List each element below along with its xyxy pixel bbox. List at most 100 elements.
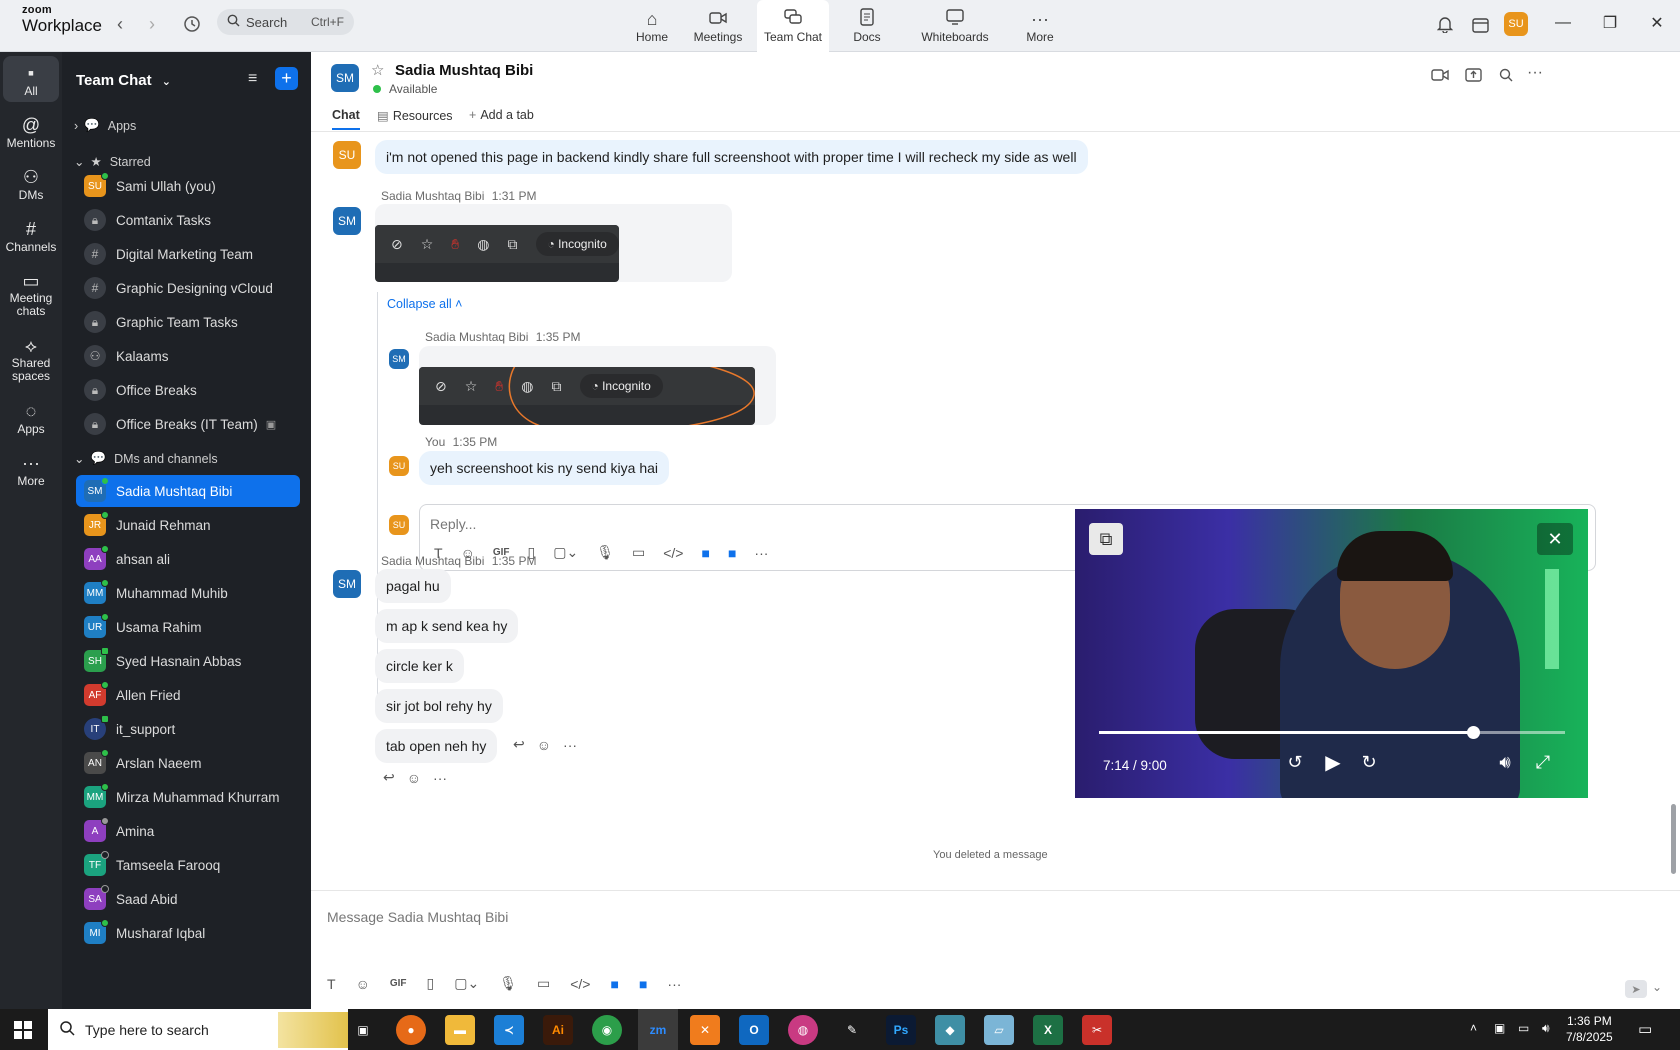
tab-team-chat[interactable]: Team Chat xyxy=(757,0,829,52)
file-icon[interactable]: ▯ xyxy=(427,975,435,992)
maximize-icon[interactable]: ❐ xyxy=(1595,10,1625,36)
sidebar-item-graphic-designing[interactable]: # Graphic Designing vCloud xyxy=(76,272,300,304)
creative-cloud-icon[interactable]: ◍ xyxy=(788,1015,818,1045)
rail-channels[interactable]: # Channels xyxy=(3,218,59,254)
sidebar-title[interactable]: Team Chat ⌄ xyxy=(76,72,171,89)
message-scrollbar[interactable] xyxy=(1671,804,1676,874)
chat-avatar[interactable]: SM xyxy=(331,64,359,92)
message-bubble[interactable]: yeh screenshoot kis ny send kiya hai xyxy=(419,451,670,485)
message-bubble[interactable]: i'm not opened this page in backend kind… xyxy=(375,140,1088,174)
forward-arrow-icon[interactable]: › xyxy=(140,12,164,36)
add-tab-button[interactable]: + Add a tab xyxy=(469,108,534,122)
message-bubble[interactable]: tab open neh hy xyxy=(375,729,498,763)
back-arrow-icon[interactable]: ‹ xyxy=(108,12,132,36)
message-bubble[interactable]: circle ker k xyxy=(375,649,464,683)
sidebar-item-musharaf[interactable]: MI Musharaf Iqbal xyxy=(76,917,300,949)
sidebar-item-graphic-team-tasks[interactable]: 🔒︎ Graphic Team Tasks xyxy=(76,306,300,338)
volume-icon[interactable]: 🔊︎ xyxy=(1493,750,1517,774)
microphone-icon[interactable]: 🎙︎ xyxy=(596,544,614,561)
share-screen-icon[interactable] xyxy=(1465,68,1482,85)
more-options-icon[interactable]: ··· xyxy=(1527,64,1543,82)
video-progress-bar[interactable] xyxy=(1099,726,1565,739)
close-window-icon[interactable]: ✕ xyxy=(1642,10,1672,36)
fullscreen-icon[interactable]: ⤢ xyxy=(1531,750,1555,774)
microphone-icon[interactable]: 🎙︎ xyxy=(499,975,517,992)
starred-section-header[interactable]: ⌄ ★ Starred xyxy=(74,154,151,170)
more-dots-icon[interactable]: ··· xyxy=(667,976,681,992)
task-view-icon[interactable]: ▣ xyxy=(348,1015,378,1045)
sidebar-item-arslan[interactable]: AN Arslan Naeem xyxy=(76,747,300,779)
pen-tool-icon[interactable]: ✎ xyxy=(837,1015,867,1045)
message-bubble[interactable]: m ap k send kea hy xyxy=(375,609,519,643)
sidebar-item-saad[interactable]: SA Saad Abid xyxy=(76,883,300,915)
screenshot-icon[interactable]: ▢⌄ xyxy=(553,544,578,561)
send-options-chevron-icon[interactable]: ⌄ xyxy=(1652,980,1662,994)
tab-chat[interactable]: Chat xyxy=(332,108,360,130)
windows-start-icon[interactable] xyxy=(14,1021,32,1042)
rail-apps[interactable]: ◌ Apps xyxy=(3,400,59,436)
tray-battery-icon[interactable]: ▭ xyxy=(1518,1021,1529,1035)
snipping-tool-icon[interactable]: ✂ xyxy=(1082,1015,1112,1045)
sidebar-item-amina[interactable]: A Amina xyxy=(76,815,300,847)
tab-whiteboards[interactable]: Whiteboards xyxy=(915,0,995,52)
screenshot-icon[interactable]: ▢⌄ xyxy=(454,975,479,992)
sidebar-item-ahsan[interactable]: AA ahsan ali xyxy=(76,543,300,575)
dms-section-header[interactable]: ⌄ 💬 DMs and channels xyxy=(74,451,218,466)
search-input[interactable]: Search Ctrl+F xyxy=(217,9,354,35)
video-message-icon[interactable]: ▭ xyxy=(537,975,550,992)
minimize-icon[interactable]: — xyxy=(1548,10,1578,36)
taskbar-search[interactable]: Type here to search xyxy=(48,1009,348,1050)
tray-clock[interactable]: 1:36 PM 7/8/2025 xyxy=(1566,1013,1613,1045)
sidebar-item-office-breaks-it[interactable]: 🔒︎ Office Breaks (IT Team) ▣ xyxy=(76,408,300,440)
screenshot-thumbnail[interactable]: ⊘ ☆ ✋︎ ◍ ⧉ ◔ Incognito xyxy=(375,225,619,282)
send-icon[interactable]: ➤ xyxy=(1625,980,1647,998)
search-icon[interactable] xyxy=(1499,68,1513,85)
tray-chevron-up-icon[interactable]: ˄ xyxy=(1470,1021,1477,1035)
sidebar-item-sadia[interactable]: SM Sadia Mushtaq Bibi xyxy=(76,475,300,507)
more-dots-icon[interactable]: ··· xyxy=(433,770,447,786)
user-avatar[interactable]: SU xyxy=(1504,12,1528,36)
tray-volume-icon[interactable]: 🔊︎ xyxy=(1542,1021,1550,1036)
photoshop-icon[interactable]: Ps xyxy=(886,1015,916,1045)
excel-icon[interactable]: X xyxy=(1033,1015,1063,1045)
app-diamond-icon[interactable]: ◆ xyxy=(935,1015,965,1045)
reply-icon[interactable]: ↩ xyxy=(513,736,525,753)
gif-icon[interactable]: GIF xyxy=(390,978,407,989)
reply-icon[interactable]: ↩ xyxy=(383,769,395,786)
filter-icon[interactable]: ≡ xyxy=(248,70,257,88)
history-icon[interactable] xyxy=(180,12,204,36)
more-dots-icon[interactable]: ··· xyxy=(563,737,577,753)
floating-video-player[interactable]: ⧉ ✕ 7:14 / 9:00 ↺ ▶ ↻ 🔊︎ ⤢ xyxy=(1075,509,1588,798)
tab-docs[interactable]: Docs xyxy=(838,0,896,52)
app-icon[interactable]: ■ xyxy=(610,976,618,992)
rail-mentions[interactable]: @ Mentions xyxy=(3,114,59,150)
annotated-screenshot-thumbnail[interactable]: ⊘ ☆ ✋︎ ◍ ⧉ ◔ Incognito xyxy=(419,367,755,425)
app-notes-icon[interactable]: ▱ xyxy=(984,1015,1014,1045)
tab-resources[interactable]: ▤ Resources xyxy=(377,108,453,123)
sidebar-item-junaid[interactable]: JR Junaid Rehman xyxy=(76,509,300,541)
sidebar-item-digital-marketing[interactable]: # Digital Marketing Team xyxy=(76,238,300,270)
more-dots-icon[interactable]: ··· xyxy=(754,545,768,561)
add-reaction-icon[interactable]: ☺ xyxy=(407,770,421,786)
sidebar-item-it-support[interactable]: IT it_support xyxy=(76,713,300,745)
reply-input[interactable]: Reply... xyxy=(430,516,476,532)
vscode-icon[interactable]: ≺ xyxy=(494,1015,524,1045)
code-icon[interactable]: </> xyxy=(663,545,683,561)
sidebar-item-usama[interactable]: UR Usama Rahim xyxy=(76,611,300,643)
chat-title[interactable]: Sadia Mushtaq Bibi xyxy=(395,62,533,79)
video-message-icon[interactable]: ▭ xyxy=(632,544,645,561)
sidebar-item-khurram[interactable]: MM Mirza Muhammad Khurram xyxy=(76,781,300,813)
sidebar-item-allen[interactable]: AF Allen Fried xyxy=(76,679,300,711)
app-icon[interactable]: ■ xyxy=(728,545,736,561)
sidebar-item-kalaams[interactable]: ⚇ Kalaams xyxy=(76,340,300,372)
sidebar-item-muhib[interactable]: MM Muhammad Muhib xyxy=(76,577,300,609)
rail-dms[interactable]: ⚇ DMs xyxy=(3,166,59,202)
emoji-icon[interactable]: ☺ xyxy=(356,976,370,992)
file-explorer-icon[interactable]: ▬ xyxy=(445,1015,475,1045)
sidebar-item-hasnain[interactable]: SH Syed Hasnain Abbas xyxy=(76,645,300,677)
message-bubble[interactable]: pagal hu xyxy=(375,569,451,603)
zoom-taskbar-icon[interactable]: zm xyxy=(638,1009,678,1050)
play-icon[interactable]: ▶ xyxy=(1319,748,1347,776)
apps-section[interactable]: › 💬 Apps xyxy=(74,118,136,133)
rail-all[interactable]: ▪ All xyxy=(3,56,59,102)
